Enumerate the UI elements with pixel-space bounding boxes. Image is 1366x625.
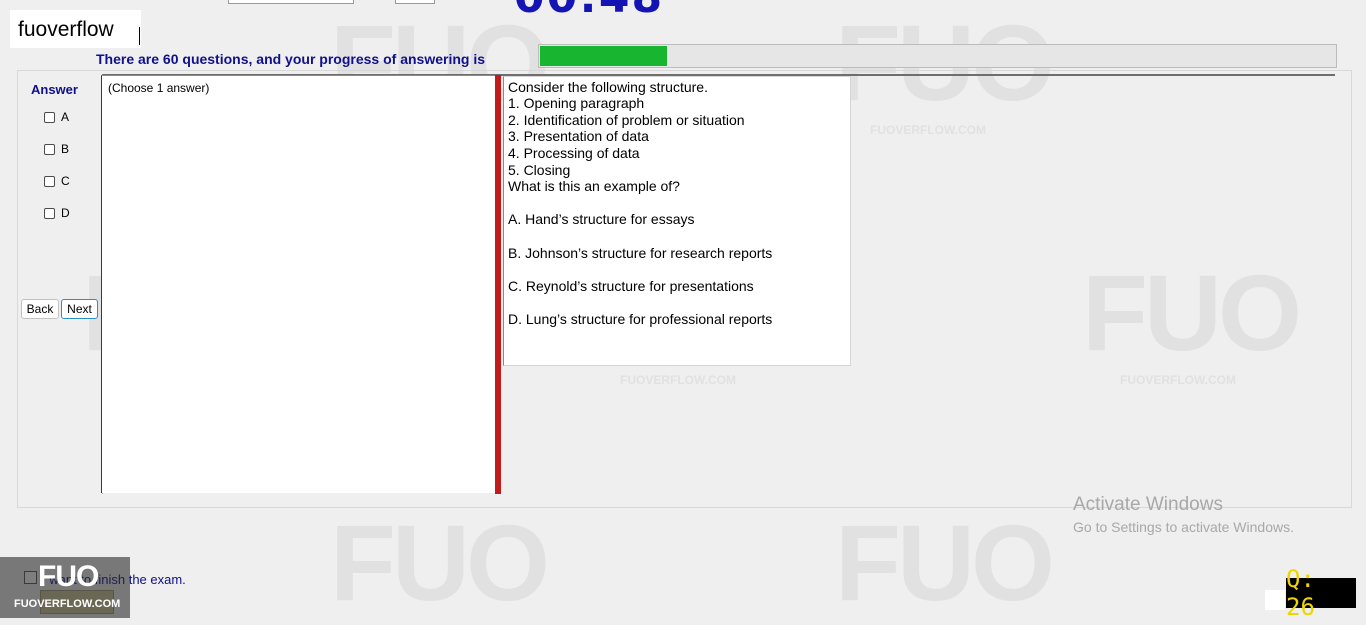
option-c[interactable]: C — [44, 174, 70, 188]
fuo-logo-site: FUOVERFLOW.COM — [14, 598, 121, 610]
question-panel: Consider the following structure. 1. Ope… — [503, 76, 851, 366]
option-c-label: C — [61, 174, 70, 188]
option-d-label: D — [61, 206, 70, 220]
progress-bar — [538, 44, 1337, 68]
panel-splitter[interactable] — [495, 75, 501, 494]
option-a-checkbox[interactable] — [44, 111, 55, 123]
question-counter: Q: 26 — [1286, 565, 1356, 621]
option-a-label: A — [61, 110, 70, 124]
progress-label: There are 60 questions, and your progres… — [96, 51, 485, 67]
question-choice: C. Reynold’s structure for presentations — [508, 278, 754, 294]
question-choice: B. Johnson’s structure for research repo… — [508, 245, 773, 261]
fuo-logo: FUO — [38, 560, 99, 593]
back-button[interactable]: Back — [21, 299, 59, 319]
question-line: Consider the following structure. — [508, 79, 708, 95]
activate-windows-title: Activate Windows — [1073, 494, 1223, 515]
text-caret — [139, 27, 140, 45]
option-b[interactable]: B — [44, 142, 69, 156]
question-line: 3. Presentation of data — [508, 128, 649, 144]
blank-box — [1265, 590, 1285, 610]
question-line: 4. Processing of data — [508, 145, 640, 161]
question-line: What is this an example of? — [508, 178, 680, 194]
question-choice: A. Hand’s structure for essays — [508, 211, 695, 227]
option-c-checkbox[interactable] — [44, 175, 55, 187]
question-line: 2. Identification of problem or situatio… — [508, 112, 745, 128]
answer-textarea[interactable] — [101, 75, 495, 493]
answer-hint: (Choose 1 answer) — [108, 81, 210, 95]
option-b-checkbox[interactable] — [44, 143, 55, 155]
option-b-label: B — [61, 142, 70, 156]
answer-title: Answer — [31, 82, 78, 97]
progress-fill — [540, 46, 668, 66]
question-line: 5. Closing — [508, 162, 571, 178]
next-button[interactable]: Next — [61, 299, 98, 319]
watermark-logo: FUO — [330, 502, 550, 623]
question-choice: D. Lung’s structure for professional rep… — [508, 311, 773, 327]
brand-name: fuoverflow — [18, 18, 114, 41]
option-d[interactable]: D — [44, 206, 70, 220]
option-a[interactable]: A — [44, 110, 69, 124]
question-line: 1. Opening paragraph — [508, 95, 645, 111]
activate-windows-subtitle: Go to Settings to activate Windows. — [1073, 519, 1294, 535]
option-d-checkbox[interactable] — [44, 207, 55, 219]
watermark-logo: FUO — [835, 502, 1055, 623]
